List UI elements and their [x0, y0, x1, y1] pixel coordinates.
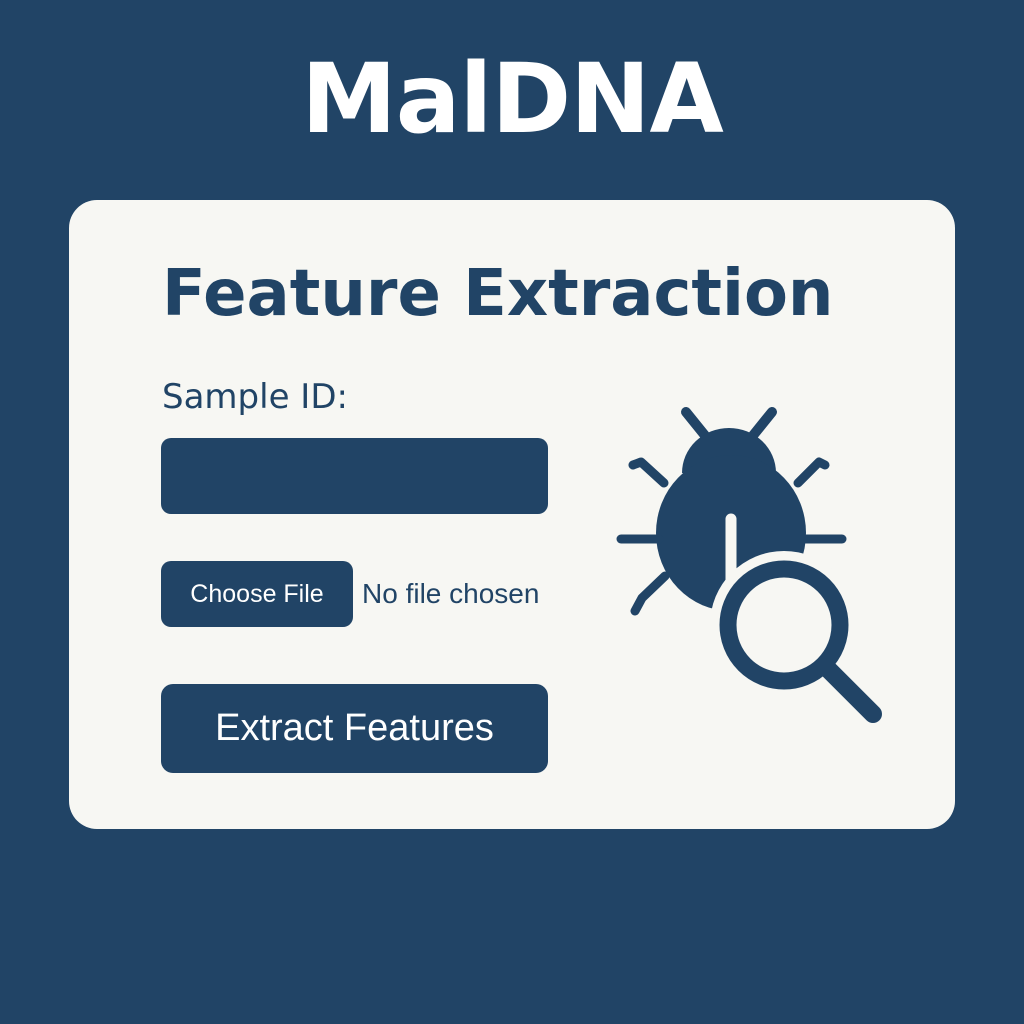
file-status-text: No file chosen [362, 578, 540, 609]
feature-extraction-card: Feature Extraction Sample ID: Choose Fil… [69, 200, 955, 829]
card-title: Feature Extraction [162, 257, 834, 331]
bug-search-illustration [609, 400, 929, 745]
app-title: MalDNA [301, 43, 724, 155]
sample-id-input[interactable] [161, 438, 548, 514]
page-background: MalDNA Feature Extraction Sample ID: Cho… [0, 0, 1024, 1024]
sample-id-label: Sample ID: [162, 377, 348, 417]
magnifier-icon [710, 551, 882, 723]
choose-file-button[interactable]: Choose File [161, 561, 353, 627]
extract-features-button[interactable]: Extract Features [161, 684, 548, 773]
